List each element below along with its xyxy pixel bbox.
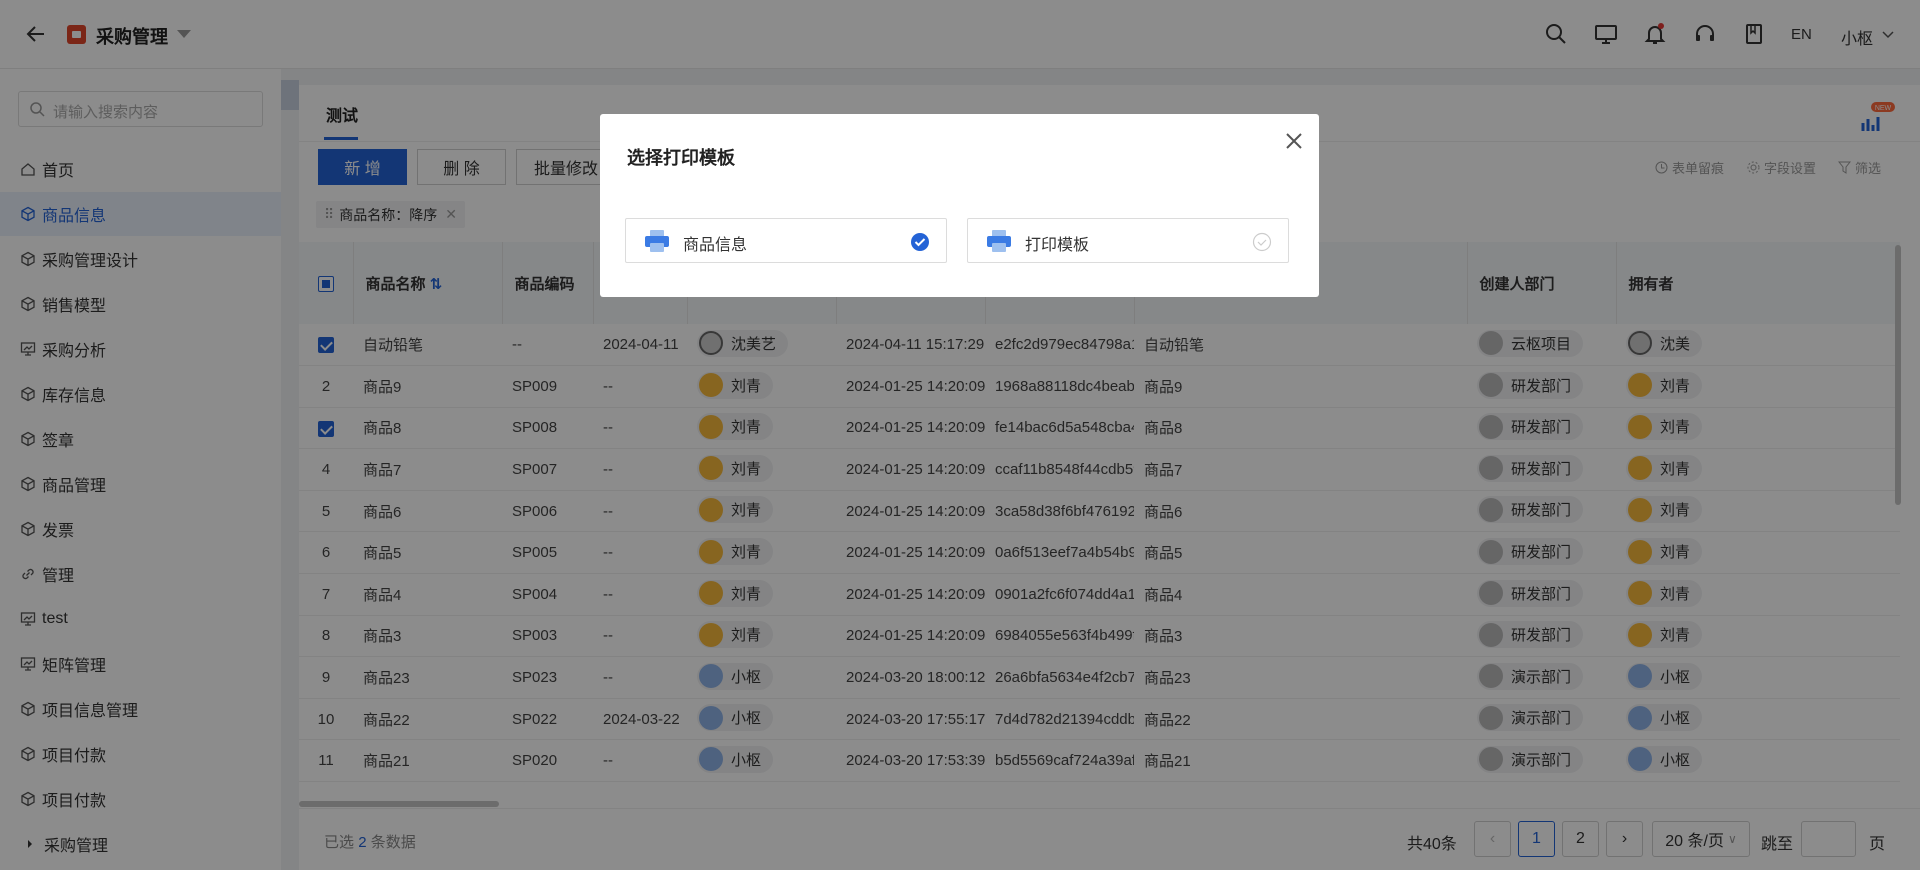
template-option-print-template[interactable]: 打印模板	[967, 218, 1289, 263]
template-option-product-info[interactable]: 商品信息	[625, 218, 947, 263]
close-icon[interactable]	[1283, 130, 1305, 152]
print-template-dialog: 选择打印模板 商品信息 打印模板	[600, 114, 1319, 297]
dialog-title: 选择打印模板	[627, 148, 735, 168]
check-circle-outline-icon	[1252, 232, 1272, 252]
printer-icon	[645, 230, 669, 252]
printer-icon	[987, 230, 1011, 252]
option-label: 打印模板	[1025, 237, 1090, 254]
check-circle-filled-icon	[911, 233, 929, 251]
option-label: 商品信息	[683, 237, 748, 254]
